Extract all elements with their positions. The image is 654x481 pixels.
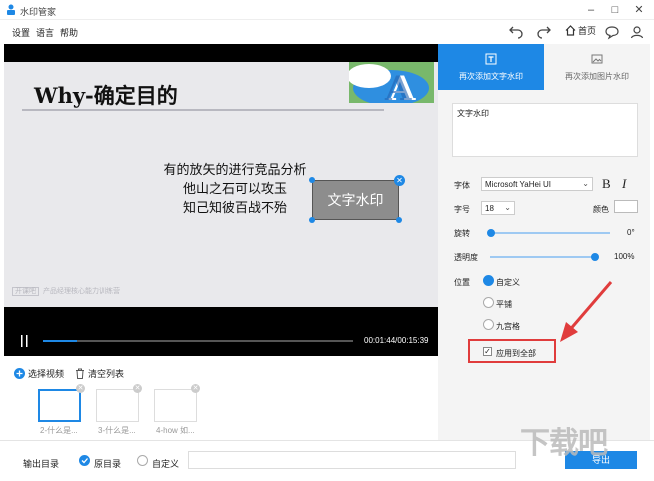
add-video-label: 选择视频 [28,369,65,379]
thumbnail-remove-icon[interactable]: ✕ [191,384,200,393]
slide-footer-logo: 开课吧 [12,287,39,296]
thumbnail-remove-icon[interactable]: ✕ [76,384,85,393]
resize-handle-br[interactable] [396,217,402,223]
chevron-down-icon: ⌄ [504,203,511,212]
rotate-slider[interactable] [490,232,610,234]
progress-fill [43,340,78,342]
custom-dir-label: 自定义 [152,459,180,469]
time-display: 00:01:44/00:15:39 [364,336,429,345]
video-thumbnail[interactable] [38,389,81,422]
rotate-label: 旋转 [454,229,470,238]
maximize-button[interactable]: □ [607,2,623,18]
trash-icon [76,368,85,379]
slide-footer: 开课吧 产品经理核心能力训练营 [12,286,120,296]
clear-list-button[interactable]: 清空列表 [75,367,124,380]
position-tile-radio[interactable] [483,297,494,308]
close-button[interactable]: ✕ [631,2,647,18]
custom-dir-radio[interactable] [137,455,148,466]
chevron-down-icon: ⌄ [582,179,589,188]
thumbnail-label: 3-什么是... [98,426,136,435]
home-button[interactable]: 首页 [565,24,596,37]
watermark-delete-icon[interactable]: ✕ [394,175,405,186]
tab-add-text-watermark[interactable]: 再次添加文字水印 [438,44,544,90]
font-select[interactable]: Microsoft YaHei UI ⌄ [481,177,593,191]
rotate-value: 0° [627,228,635,237]
redo-icon[interactable] [536,24,552,40]
rotate-slider-knob[interactable] [487,229,495,237]
slide-divider [22,109,384,111]
slide-footer-text: 产品经理核心能力训练营 [43,288,120,295]
opacity-value: 100% [614,252,635,261]
position-grid-radio[interactable] [483,319,494,330]
image-watermark-icon [591,54,603,64]
video-thumbnail[interactable] [154,389,197,422]
output-path-input[interactable] [188,451,516,469]
menu-settings[interactable]: 设置 [12,26,30,39]
position-custom-radio[interactable] [483,275,494,286]
font-label: 字体 [454,181,470,190]
check-icon [81,458,88,464]
apply-all-checkbox[interactable]: ✓ [483,347,492,356]
original-dir-label: 原目录 [94,459,122,469]
font-value: Microsoft YaHei UI [485,180,551,189]
annotation-arrow-icon [560,281,613,342]
color-label: 颜色 [593,205,609,214]
apply-all-label: 应用到全部 [496,349,536,358]
italic-button[interactable]: I [622,176,626,192]
menu-help[interactable]: 帮助 [60,26,78,39]
plus-circle-icon [14,368,25,379]
text-watermark-box[interactable]: 文字水印 [312,180,399,220]
window-title: 水印管家 [20,7,57,17]
home-label: 首页 [578,26,597,36]
chat-icon[interactable] [604,24,620,40]
thumbnail-label: 2-什么是... [40,426,78,435]
output-dir-label: 输出目录 [23,459,60,469]
original-dir-radio[interactable] [79,455,90,466]
position-grid-label: 九宫格 [496,322,520,331]
bold-button[interactable]: B [602,176,611,192]
pause-icon[interactable] [20,335,30,347]
slide-text: 有的放矢的进行竞品分析 他山之石可以攻玉 知己知彼百战不殆 [145,160,325,217]
size-value: 18 [485,204,494,213]
user-icon[interactable] [629,24,645,40]
site-watermark: 下载吧 [520,426,608,461]
list-toolbar: 选择视频 清空列表 [14,367,124,380]
size-select[interactable]: 18 ⌄ [481,201,515,215]
progress-bar[interactable] [43,340,353,342]
undo-icon[interactable] [508,24,524,40]
thumbnail-label: 4-how 如... [156,426,195,435]
slide-title: Why-确定目的 [34,83,178,108]
watermark-text-input[interactable]: 文字水印 [452,103,638,157]
menu-bar [0,20,654,44]
title-bar [0,0,654,20]
minimize-button[interactable]: – [583,2,599,18]
home-icon [565,25,576,36]
text-watermark-icon [485,53,497,65]
thumbnail-remove-icon[interactable]: ✕ [133,384,142,393]
menu-language[interactable]: 语言 [36,26,54,39]
slide-line-1: 有的放矢的进行竞品分析 [163,162,307,177]
app-logo-icon [7,4,15,15]
tab-add-image-watermark[interactable]: 再次添加图片水印 [544,44,650,90]
opacity-slider-knob[interactable] [591,253,599,261]
tab-text-label: 再次添加文字水印 [459,72,523,81]
position-label: 位置 [454,278,470,287]
video-thumbnail[interactable] [96,389,139,422]
clear-list-label: 清空列表 [88,369,125,379]
opacity-label: 透明度 [454,253,478,262]
svg-text:A: A [384,69,412,103]
size-label: 字号 [454,205,470,214]
slide-logo: AA [349,62,434,103]
opacity-slider[interactable] [490,256,596,258]
slide-line-3: 知己知彼百战不殆 [182,200,287,215]
position-custom-label: 自定义 [496,278,520,287]
position-tile-label: 平铺 [496,300,512,309]
slide-line-2: 他山之石可以攻玉 [182,181,287,196]
resize-handle-tl[interactable] [309,177,315,183]
color-picker[interactable] [614,200,638,213]
add-video-button[interactable]: 选择视频 [14,367,64,380]
resize-handle-bl[interactable] [309,217,315,223]
tab-image-label: 再次添加图片水印 [565,72,629,81]
